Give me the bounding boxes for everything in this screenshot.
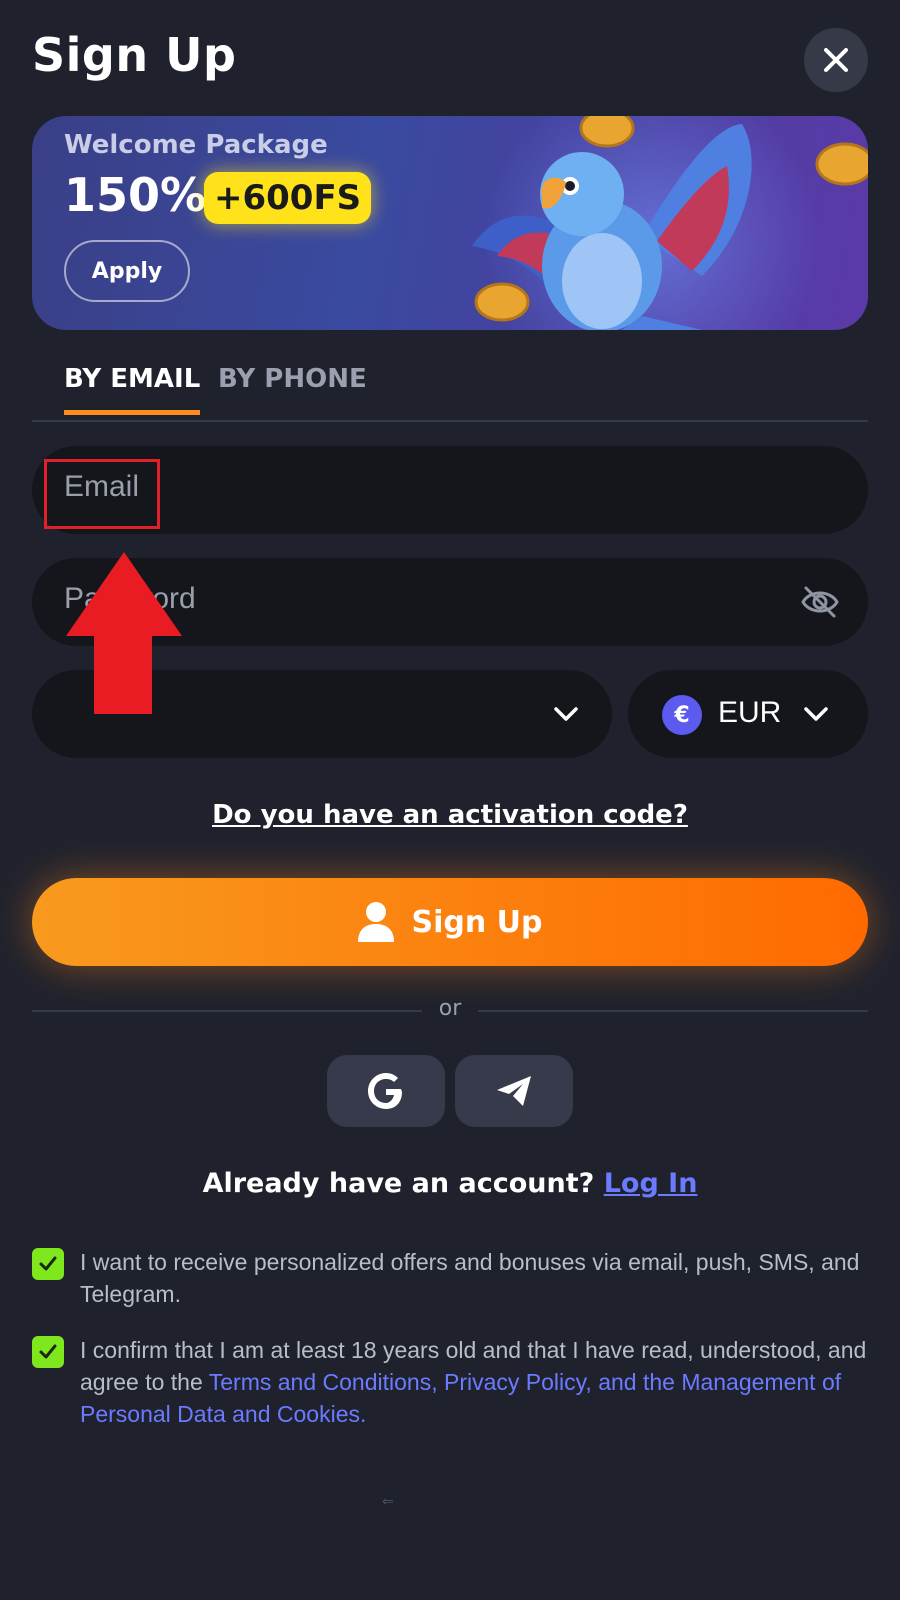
google-login-button[interactable]: [327, 1055, 445, 1127]
consent-age-checkbox[interactable]: [32, 1336, 64, 1368]
tab-by-phone[interactable]: BY PHONE: [218, 364, 367, 410]
tab-by-email[interactable]: BY EMAIL: [64, 364, 201, 415]
divider-text: or: [438, 996, 462, 1021]
page-title: Sign Up: [32, 28, 237, 82]
consent-marketing-checkbox[interactable]: [32, 1248, 64, 1280]
parrot-illustration: [472, 116, 868, 330]
apply-button[interactable]: Apply: [64, 240, 190, 302]
currency-select[interactable]: € EUR: [628, 670, 868, 758]
euro-icon: €: [662, 695, 702, 735]
google-icon: [368, 1073, 402, 1109]
divider-line: [32, 1010, 422, 1012]
close-icon: [824, 48, 848, 72]
welcome-banner: Welcome Package 150% +600FS Apply: [32, 116, 868, 330]
close-button[interactable]: [804, 28, 868, 92]
annotation-arrow-icon: [66, 552, 182, 714]
signup-tabs: BY EMAIL BY PHONE: [32, 356, 868, 422]
login-prompt: Already have an account?: [202, 1168, 595, 1199]
checkmark-icon: [39, 1256, 57, 1271]
divider-line: [478, 1010, 868, 1012]
currency-code: EUR: [718, 696, 782, 729]
footer-mark: ⇐: [382, 1494, 394, 1510]
banner-subtitle: Welcome Package: [64, 130, 328, 160]
chevron-down-icon: [554, 707, 578, 721]
login-link[interactable]: Log In: [604, 1168, 698, 1199]
consent-marketing-text: I want to receive personalized offers an…: [80, 1249, 860, 1307]
telegram-icon: [497, 1076, 531, 1106]
banner-percent: 150%: [64, 168, 207, 222]
toggle-password-button[interactable]: [800, 582, 840, 626]
annotation-highlight-box: [44, 459, 160, 529]
signup-button[interactable]: Sign Up: [32, 878, 868, 966]
checkmark-icon: [39, 1344, 57, 1359]
login-prompt-line: Already have an account? Log In: [0, 1168, 900, 1199]
telegram-login-button[interactable]: [455, 1055, 573, 1127]
freespins-badge: +600FS: [204, 172, 372, 224]
consent-age-text: I confirm that I am at least 18 years ol…: [80, 1334, 870, 1430]
eye-off-icon: [801, 586, 839, 618]
user-icon: [358, 902, 395, 942]
chevron-down-icon: [804, 707, 828, 721]
activation-code-link[interactable]: Do you have an activation code?: [0, 800, 900, 830]
signup-label: Sign Up: [411, 904, 543, 940]
